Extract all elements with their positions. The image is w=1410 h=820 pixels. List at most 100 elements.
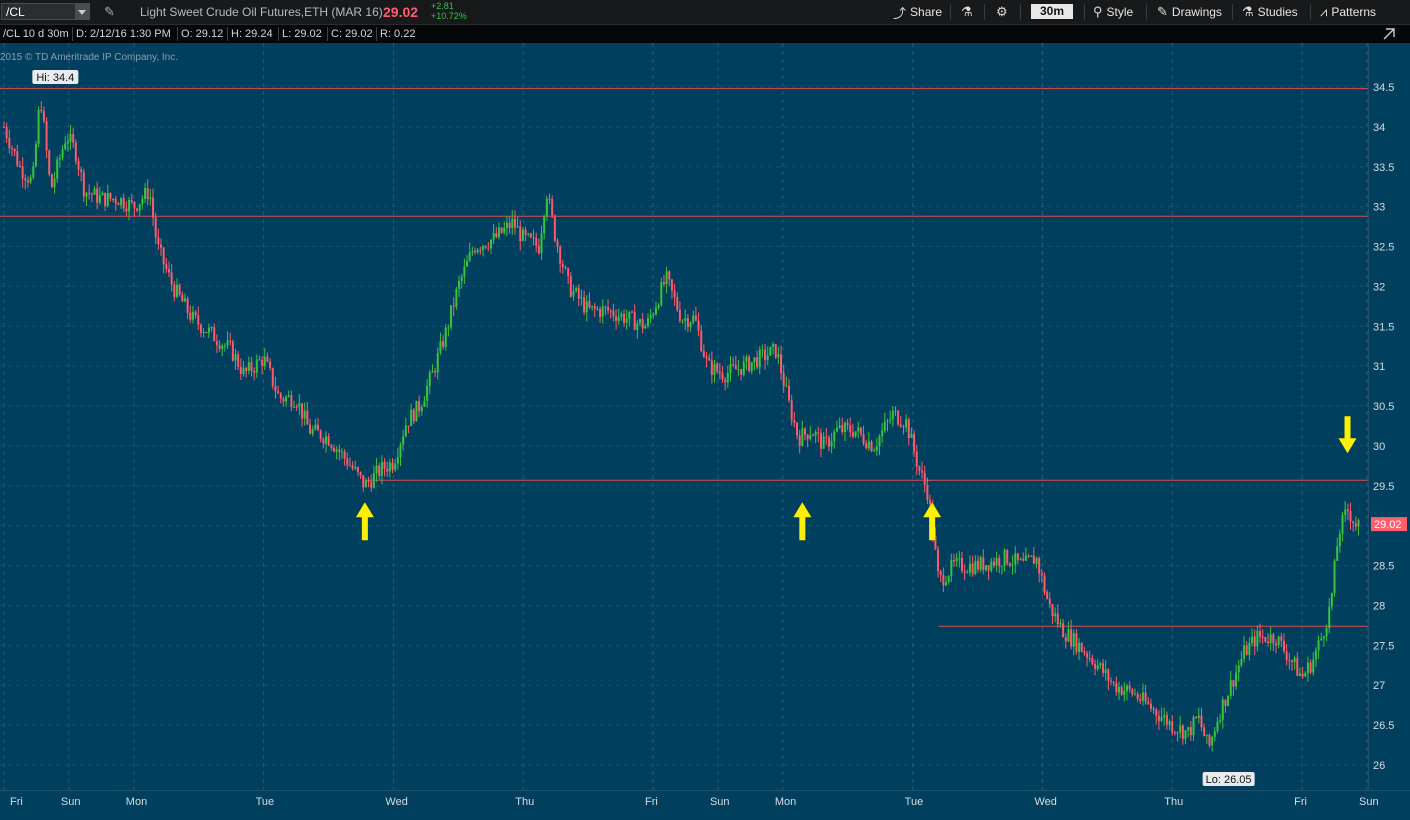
candle-body — [1264, 636, 1267, 642]
candle-body — [1032, 555, 1035, 564]
autoscale-icon[interactable] — [1368, 25, 1410, 43]
share-button[interactable]: ⤴ Share — [893, 2, 942, 22]
candle-body — [599, 309, 602, 317]
candle-body — [910, 433, 913, 439]
candle-body — [138, 204, 141, 211]
patterns-button[interactable]: ⩘ Patterns — [1320, 2, 1376, 22]
candle-body — [213, 327, 216, 342]
link-icon[interactable]: ✎ — [104, 4, 115, 20]
candle-body — [82, 172, 85, 197]
price-tick-label: 28 — [1373, 600, 1385, 612]
candle-body — [93, 188, 96, 195]
candle-body — [772, 344, 775, 347]
time-tick-label: Fri — [645, 796, 658, 808]
candle-body — [74, 142, 77, 162]
candle-body — [375, 465, 378, 474]
candle-body — [575, 288, 578, 291]
candle-body — [960, 557, 963, 572]
candle-body — [426, 385, 429, 401]
candle-body — [1314, 650, 1317, 660]
candle-body — [314, 424, 317, 430]
price-tick-label: 26 — [1373, 760, 1385, 772]
candle-body — [1211, 736, 1214, 746]
candle-body — [1296, 657, 1299, 676]
flask-icon: ⚗ — [1242, 4, 1254, 19]
candle-body — [199, 324, 202, 333]
candle-body — [1038, 558, 1041, 574]
price-chart[interactable]: Hi: 34.4 Lo: 26.05 — [0, 43, 1368, 790]
candle-body — [1219, 719, 1222, 722]
candle-body — [489, 239, 492, 249]
candle-body — [737, 369, 740, 371]
candle-body — [324, 436, 327, 444]
settings-button[interactable]: ⚙ — [996, 2, 1008, 22]
candle-body — [359, 471, 362, 476]
drawings-button[interactable]: ✎ Drawings — [1157, 2, 1222, 22]
candle-body — [607, 306, 610, 311]
candle-body — [1205, 734, 1208, 737]
candle-body — [764, 349, 767, 360]
candle-body — [125, 208, 128, 212]
candle-body — [1046, 592, 1049, 599]
candle-body — [1213, 731, 1216, 737]
hi-label: Hi: 34.4 — [36, 72, 74, 84]
price-tick-label: 33 — [1373, 202, 1385, 214]
candle-body — [218, 345, 221, 349]
candle-body — [458, 281, 461, 290]
time-tick-label: Thu — [1164, 796, 1183, 808]
candle-body — [447, 327, 450, 329]
candle-body — [64, 143, 67, 150]
candle-body — [551, 199, 554, 216]
candle-body — [639, 319, 642, 324]
studies-button[interactable]: ⚗ Studies — [1242, 2, 1298, 22]
arrow-down-icon — [1338, 416, 1357, 454]
candle-body — [274, 386, 277, 392]
candle-body — [963, 571, 966, 573]
last-price-tag-label: 29.02 — [1374, 519, 1402, 531]
candle-body — [317, 424, 320, 431]
candle-body — [1099, 663, 1102, 666]
bar-close: C: 29.02 — [327, 27, 376, 41]
candle-body — [343, 451, 346, 459]
candle-body — [1080, 642, 1083, 652]
candle-body — [513, 218, 516, 228]
candle-body — [527, 233, 530, 235]
time-axis[interactable]: Fri Sun Mon Tue Wed Thu Fri Sun Mon Tue Wed Thu Fri S… — [0, 790, 1410, 815]
price-axis[interactable]: 34.53433.53332.53231.53130.53029.52928.5… — [1368, 43, 1410, 790]
style-icon: ⚲ — [1093, 4, 1103, 19]
candle-body — [1152, 708, 1155, 710]
symbol-dropdown-icon[interactable] — [75, 4, 89, 19]
candle-body — [90, 193, 93, 195]
arrow-up-icon — [793, 502, 812, 541]
candle-body — [505, 222, 508, 228]
candle-body — [146, 188, 149, 200]
flask-button[interactable]: ⚗ — [961, 2, 973, 22]
candle-body — [388, 462, 391, 472]
timeframe-button[interactable]: 30m — [1031, 4, 1073, 19]
time-tick-label: Tue — [905, 796, 924, 808]
patterns-icon: ⩘ — [1320, 4, 1328, 19]
symbol-input[interactable]: /CL — [1, 3, 90, 20]
candle-body — [1245, 645, 1248, 655]
candle-body — [1147, 701, 1150, 704]
candle-body — [596, 308, 599, 310]
candle-body — [942, 575, 945, 586]
candle-body — [588, 301, 591, 308]
candle-body — [104, 192, 107, 207]
candle-body — [26, 180, 29, 183]
candle-body — [455, 289, 458, 307]
candle-body — [569, 276, 572, 297]
candle-body — [226, 340, 229, 346]
candle-body — [394, 463, 397, 470]
toolbar-divider — [950, 4, 951, 20]
candle-body — [987, 565, 990, 571]
candle-body — [968, 563, 971, 573]
style-button[interactable]: ⚲ Style — [1093, 2, 1133, 22]
candle-body — [13, 148, 16, 152]
arrow-up-icon — [355, 502, 374, 541]
price-tick-label: 30.5 — [1373, 401, 1394, 413]
candle-body — [716, 363, 719, 372]
candle-body — [410, 409, 413, 426]
candle-body — [689, 322, 692, 327]
candle-body — [1189, 727, 1192, 736]
